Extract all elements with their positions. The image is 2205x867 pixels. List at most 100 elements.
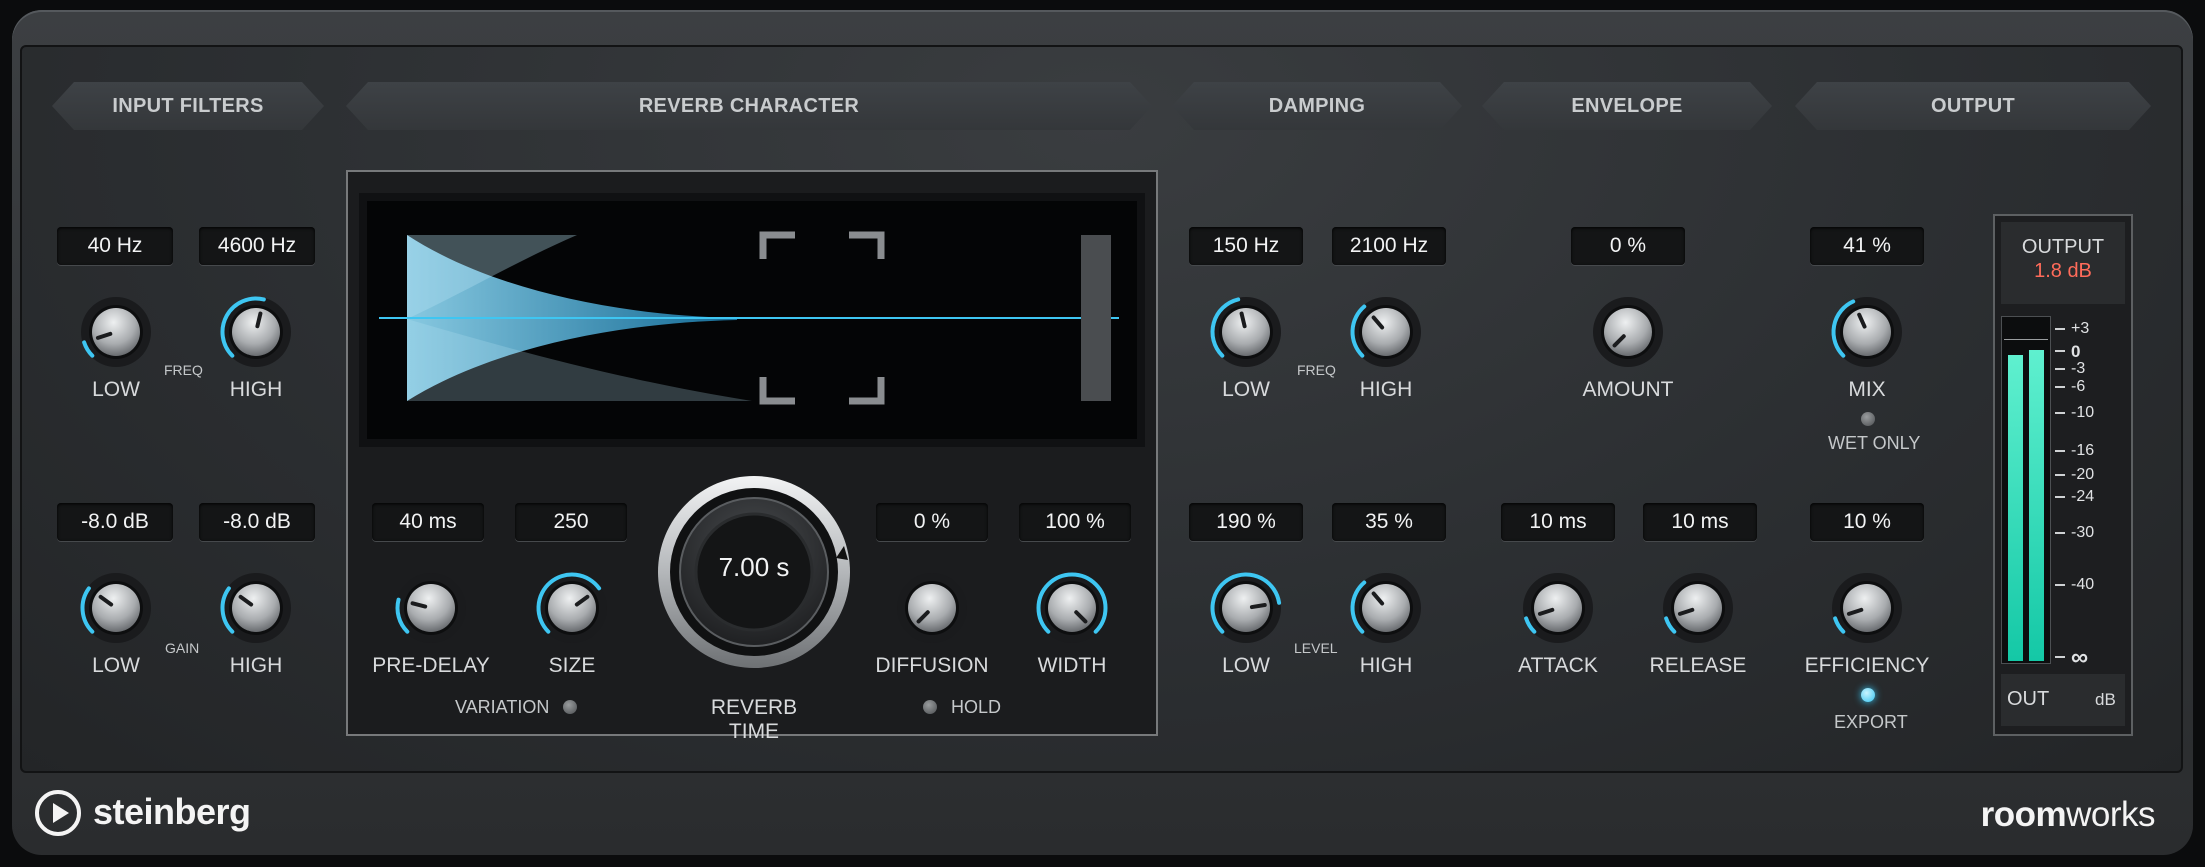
steinberg-logo-icon xyxy=(35,790,81,836)
product-name-light: works xyxy=(2066,795,2155,834)
section-header-reverb-character: REVERB CHARACTER xyxy=(346,82,1152,130)
damping-level-high-knob[interactable] xyxy=(1348,570,1424,646)
meter-scale-tick xyxy=(2055,328,2065,330)
mix-label: MIX xyxy=(1848,378,1886,401)
meter-scale-tick xyxy=(2055,350,2065,352)
wet-only-button[interactable] xyxy=(1861,412,1875,426)
reverb-time-knob[interactable]: 7.00 s xyxy=(656,474,852,670)
meter-zero-line xyxy=(2004,339,2048,340)
meter-scale-label: -10 xyxy=(2071,404,2095,421)
efficiency-value[interactable]: 10 % xyxy=(1810,503,1924,541)
meter-bar-right xyxy=(2029,350,2044,661)
variation-button[interactable] xyxy=(563,700,577,714)
meter-scale-tick xyxy=(2055,532,2065,534)
efficiency-label: EFFICIENCY xyxy=(1804,654,1930,677)
width-knob[interactable] xyxy=(1034,570,1110,646)
damping-level-low-value[interactable]: 190 % xyxy=(1189,503,1303,541)
pre-delay-label: PRE-DELAY xyxy=(372,654,490,677)
meter-scale-tick xyxy=(2055,368,2065,370)
damping-level-high-label: HIGH xyxy=(1359,654,1413,677)
meter-out-label: OUT xyxy=(2007,688,2050,710)
input-freq-high-value[interactable]: 4600 Hz xyxy=(199,227,315,265)
meter-track xyxy=(2001,316,2051,664)
input-gain-low-label: LOW xyxy=(92,654,140,677)
efficiency-knob[interactable] xyxy=(1829,570,1905,646)
input-gain-high-label: HIGH xyxy=(229,654,283,677)
mix-value[interactable]: 41 % xyxy=(1810,227,1924,265)
damping-freq-low-label: LOW xyxy=(1222,378,1270,401)
reverb-time-value[interactable]: 7.00 s xyxy=(656,552,852,583)
input-freq-high-label: HIGH xyxy=(229,378,283,401)
damping-level-high-value[interactable]: 35 % xyxy=(1332,503,1446,541)
input-gain-low-value[interactable]: -8.0 dB xyxy=(57,503,173,541)
input-freq-low-knob[interactable] xyxy=(78,294,154,370)
section-header-damping: DAMPING xyxy=(1172,82,1462,130)
damping-level-low-label: LOW xyxy=(1222,654,1270,677)
input-gain-high-value[interactable]: -8.0 dB xyxy=(199,503,315,541)
export-button[interactable] xyxy=(1861,688,1875,702)
meter-scale-tick xyxy=(2055,474,2065,476)
input-gain-high-knob[interactable] xyxy=(218,570,294,646)
envelope-amount-label: AMOUNT xyxy=(1582,378,1674,401)
damping-level-low-knob[interactable] xyxy=(1208,570,1284,646)
meter-scale-label: -40 xyxy=(2071,576,2095,593)
meter-scale-tick xyxy=(2055,656,2065,658)
damping-freq-group-label: FREQ xyxy=(1297,362,1336,378)
diffusion-value[interactable]: 0 % xyxy=(876,503,988,541)
diffusion-knob[interactable] xyxy=(894,570,970,646)
meter-scale-tick xyxy=(2055,450,2065,452)
wet-only-label: WET ONLY xyxy=(1828,433,1921,453)
reverb-time-label: REVERB TIME xyxy=(710,696,798,743)
section-header-input-filters: INPUT FILTERS xyxy=(52,82,324,130)
damping-freq-high-label: HIGH xyxy=(1359,378,1413,401)
size-knob[interactable] xyxy=(534,570,610,646)
envelope-release-value[interactable]: 10 ms xyxy=(1643,503,1757,541)
product-name-bold: room xyxy=(1980,795,2067,834)
envelope-attack-value[interactable]: 10 ms xyxy=(1501,503,1615,541)
envelope-attack-knob[interactable] xyxy=(1520,570,1596,646)
meter-scale-label: -16 xyxy=(2071,442,2095,459)
damping-level-group-label: LEVEL xyxy=(1294,640,1338,656)
size-label: SIZE xyxy=(548,654,596,677)
damping-freq-high-knob[interactable] xyxy=(1348,294,1424,370)
input-freq-group-label: FREQ xyxy=(164,362,203,378)
damping-freq-low-knob[interactable] xyxy=(1208,294,1284,370)
input-freq-low-label: LOW xyxy=(92,378,140,401)
meter-scale-tick xyxy=(2055,584,2065,586)
meter-scale-label: -3 xyxy=(2071,360,2086,377)
mix-knob[interactable] xyxy=(1829,294,1905,370)
export-label: EXPORT xyxy=(1834,712,1908,732)
roomworks-logo: roomworks xyxy=(1980,795,2156,835)
meter-scale-label: -20 xyxy=(2071,466,2095,483)
meter-scale-label: +3 xyxy=(2071,320,2090,337)
meter-scale-label: ∞ xyxy=(2071,644,2089,671)
envelope-amount-knob[interactable] xyxy=(1590,294,1666,370)
width-value[interactable]: 100 % xyxy=(1019,503,1131,541)
pre-delay-knob[interactable] xyxy=(393,570,469,646)
meter-peak-value[interactable]: 1.8 dB xyxy=(1995,260,2131,283)
meter-scale-label: 0 xyxy=(2071,342,2081,361)
meter-unit-label: dB xyxy=(2095,690,2116,709)
meter-scale-tick xyxy=(2055,386,2065,388)
hold-label: HOLD xyxy=(951,697,1002,717)
hold-button[interactable] xyxy=(923,700,937,714)
size-value[interactable]: 250 xyxy=(515,503,627,541)
meter-scale-tick xyxy=(2055,412,2065,414)
input-freq-low-value[interactable]: 40 Hz xyxy=(57,227,173,265)
steinberg-logo-text: steinberg xyxy=(93,791,251,832)
damping-freq-high-value[interactable]: 2100 Hz xyxy=(1332,227,1446,265)
meter-scale-label: -24 xyxy=(2071,488,2095,505)
envelope-release-knob[interactable] xyxy=(1660,570,1736,646)
pre-delay-value[interactable]: 40 ms xyxy=(372,503,484,541)
input-gain-group-label: GAIN xyxy=(165,640,200,656)
width-bar xyxy=(1081,235,1111,401)
envelope-release-label: RELEASE xyxy=(1649,654,1747,677)
roomworks-plugin-window: INPUT FILTERS REVERB CHARACTER DAMPING E… xyxy=(0,0,2205,867)
envelope-amount-value[interactable]: 0 % xyxy=(1571,227,1685,265)
diffusion-label: DIFFUSION xyxy=(875,654,989,677)
meter-title: OUTPUT xyxy=(2021,236,2105,258)
input-gain-low-knob[interactable] xyxy=(78,570,154,646)
input-freq-high-knob[interactable] xyxy=(218,294,294,370)
decay-envelope-graph xyxy=(379,231,1119,405)
damping-freq-low-value[interactable]: 150 Hz xyxy=(1189,227,1303,265)
